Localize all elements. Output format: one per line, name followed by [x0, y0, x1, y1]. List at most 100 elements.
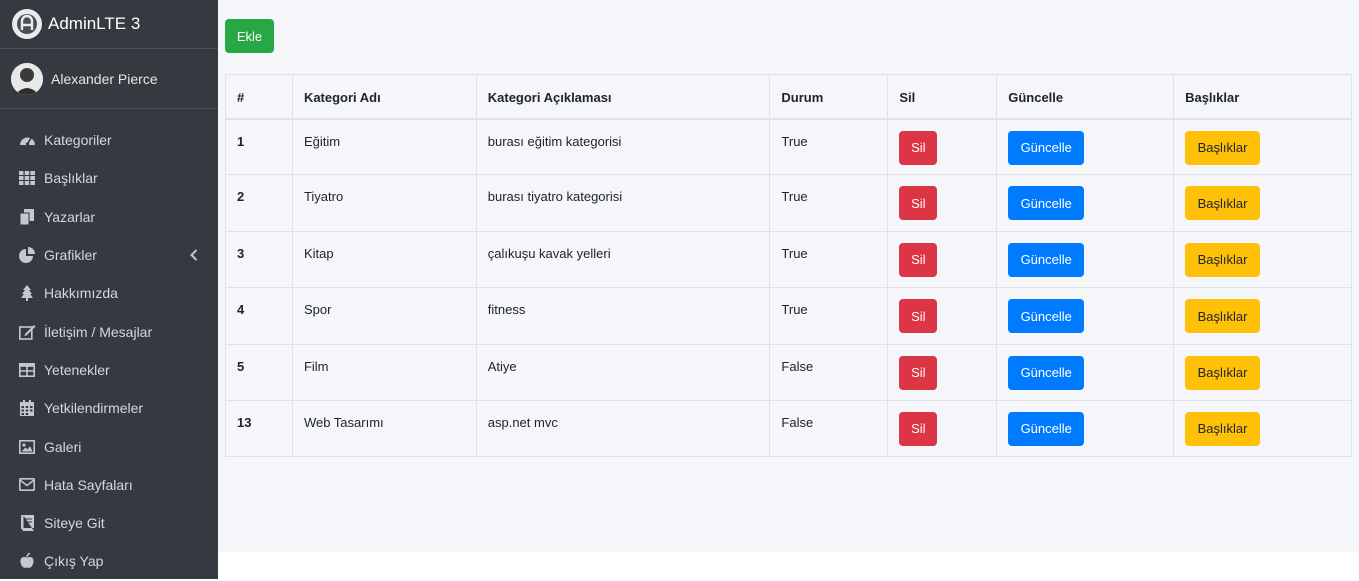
sidebar-item-kategoriler[interactable]: Kategoriler: [0, 121, 218, 159]
sidebar-item-hata-sayfalari[interactable]: Hata Sayfaları: [0, 466, 218, 504]
delete-cell: Sil: [887, 230, 998, 289]
columns-icon: [18, 361, 36, 379]
tree-icon: [18, 284, 36, 302]
headings-button[interactable]: Başlıklar: [1185, 355, 1261, 390]
sidebar-item-galeri[interactable]: Galeri: [0, 427, 218, 465]
row-id: 13: [225, 399, 293, 458]
category-name: Eğitim: [291, 117, 477, 176]
category-status: False: [769, 399, 889, 458]
row-id: 4: [225, 287, 293, 345]
sidebar-item-label: Kategoriler: [44, 132, 112, 149]
category-description: asp.net mvc: [475, 399, 771, 458]
column-header: Güncelle: [996, 74, 1175, 120]
image-icon: [18, 438, 36, 456]
sidebar-item-label: Başlıklar: [44, 170, 98, 187]
column-header: Sil: [887, 74, 998, 120]
category-description: Atiye: [475, 343, 771, 401]
headings-cell: Başlıklar: [1173, 174, 1352, 232]
sidebar-item-iletisim-mesajlar[interactable]: İletişim / Mesajlar: [0, 312, 218, 350]
category-status: True: [769, 174, 889, 232]
adminlte-logo-icon: [12, 9, 42, 39]
update-button[interactable]: Güncelle: [1008, 242, 1085, 277]
row-id: 2: [225, 174, 293, 232]
category-status: True: [769, 117, 889, 176]
category-description: fitness: [475, 287, 771, 345]
brand-link[interactable]: AdminLTE 3: [0, 0, 218, 49]
row-id: 3: [225, 230, 293, 289]
column-header: Durum: [769, 74, 889, 120]
user-name: Alexander Pierce: [51, 70, 158, 87]
column-header: Başlıklar: [1173, 74, 1352, 120]
user-panel[interactable]: Alexander Pierce: [0, 49, 218, 109]
delete-cell: Sil: [887, 399, 998, 458]
table-row: 2 Tiyatro burası tiyatro kategorisi True…: [225, 174, 1352, 232]
sidebar-item-siteye-git[interactable]: Siteye Git: [0, 504, 218, 542]
table-row: 3 Kitap çalıkuşu kavak yelleri True Sil …: [225, 230, 1352, 289]
book-icon: [18, 514, 36, 532]
sidebar-item-yetkilendirmeler[interactable]: Yetkilendirmeler: [0, 389, 218, 427]
update-button[interactable]: Güncelle: [1008, 299, 1085, 334]
row-id: 1: [225, 117, 293, 176]
sidebar-item-label: Siteye Git: [44, 515, 105, 532]
headings-button[interactable]: Başlıklar: [1185, 299, 1261, 334]
tachometer-icon: [18, 131, 36, 149]
sidebar-item-cikis-yap[interactable]: Çıkış Yap: [0, 542, 218, 580]
sidebar-nav: Kategoriler Başlıklar Yazarlar Grafikler: [0, 109, 218, 581]
category-name: Web Tasarımı: [291, 399, 477, 458]
update-button[interactable]: Güncelle: [1008, 355, 1085, 390]
headings-button[interactable]: Başlıklar: [1185, 186, 1261, 221]
add-button[interactable]: Ekle: [225, 19, 274, 53]
update-button[interactable]: Güncelle: [1008, 411, 1085, 446]
grid-icon: [18, 169, 36, 187]
update-button[interactable]: Güncelle: [1008, 130, 1085, 165]
sidebar-item-basliklar[interactable]: Başlıklar: [0, 159, 218, 197]
update-button[interactable]: Güncelle: [1008, 186, 1085, 221]
footer-strip: [218, 552, 1359, 579]
headings-cell: Başlıklar: [1173, 287, 1352, 345]
category-description: çalıkuşu kavak yelleri: [475, 230, 771, 289]
table-header-row: # Kategori Adı Kategori Açıklaması Durum…: [225, 74, 1352, 120]
category-table: # Kategori Adı Kategori Açıklaması Durum…: [225, 74, 1352, 458]
delete-button[interactable]: Sil: [899, 299, 938, 334]
sidebar-item-label: Yetenekler: [44, 361, 110, 378]
sidebar-item-label: Grafikler: [44, 247, 97, 264]
headings-cell: Başlıklar: [1173, 117, 1352, 176]
delete-button[interactable]: Sil: [899, 355, 938, 390]
edit-icon: [18, 323, 36, 341]
column-header: #: [225, 74, 293, 120]
delete-cell: Sil: [887, 117, 998, 176]
sidebar-item-label: Yazarlar: [44, 208, 96, 225]
headings-cell: Başlıklar: [1173, 343, 1352, 401]
envelope-icon: [18, 476, 36, 494]
headings-button[interactable]: Başlıklar: [1185, 411, 1261, 446]
sidebar-item-yetenekler[interactable]: Yetenekler: [0, 351, 218, 389]
delete-button[interactable]: Sil: [899, 130, 938, 165]
avatar: [11, 62, 43, 95]
sidebar-item-hakkimizda[interactable]: Hakkımızda: [0, 274, 218, 312]
delete-button[interactable]: Sil: [899, 411, 938, 446]
sidebar-item-grafikler[interactable]: Grafikler: [0, 236, 218, 274]
headings-button[interactable]: Başlıklar: [1185, 130, 1261, 165]
headings-button[interactable]: Başlıklar: [1185, 242, 1261, 277]
category-description: burası eğitim kategorisi: [475, 117, 771, 176]
update-cell: Güncelle: [996, 174, 1175, 232]
column-header: Kategori Açıklaması: [475, 74, 771, 120]
table-row: 1 Eğitim burası eğitim kategorisi True S…: [225, 117, 1352, 176]
category-status: True: [769, 230, 889, 289]
update-cell: Güncelle: [996, 343, 1175, 401]
delete-cell: Sil: [887, 287, 998, 345]
chevron-left-icon[interactable]: [190, 248, 198, 266]
sidebar-item-label: Galeri: [44, 438, 82, 455]
category-description: burası tiyatro kategorisi: [475, 174, 771, 232]
headings-cell: Başlıklar: [1173, 399, 1352, 458]
sidebar-item-label: Hata Sayfaları: [44, 476, 133, 493]
copy-icon: [18, 208, 36, 226]
sidebar-item-yazarlar[interactable]: Yazarlar: [0, 198, 218, 236]
delete-button[interactable]: Sil: [899, 242, 938, 277]
category-name: Tiyatro: [291, 174, 477, 232]
delete-button[interactable]: Sil: [899, 186, 938, 221]
table-row: 5 Film Atiye False Sil Güncelle Başlıkla…: [225, 343, 1352, 401]
category-status: False: [769, 343, 889, 401]
category-table-wrapper: # Kategori Adı Kategori Açıklaması Durum…: [225, 74, 1352, 458]
delete-cell: Sil: [887, 343, 998, 401]
